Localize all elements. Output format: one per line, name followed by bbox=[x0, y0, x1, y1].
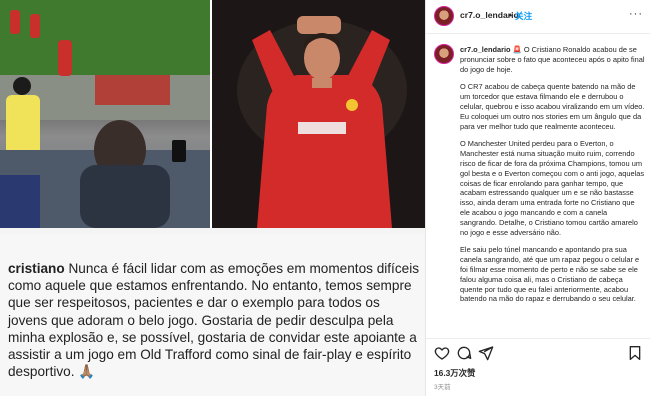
player-photo bbox=[212, 0, 425, 228]
bookmark-icon[interactable] bbox=[627, 345, 643, 361]
follow-button[interactable]: 关注 bbox=[515, 10, 532, 22]
caption-body: Nunca é fácil lidar com as emoções em mo… bbox=[8, 261, 420, 380]
comment-avatar[interactable] bbox=[434, 44, 454, 64]
comment-icon[interactable] bbox=[456, 345, 472, 361]
post-timestamp: 3天前 bbox=[434, 384, 451, 391]
stadium-photo bbox=[0, 0, 210, 228]
share-icon[interactable] bbox=[478, 345, 494, 361]
avatar[interactable] bbox=[434, 6, 454, 26]
description-paragraph-4: Ele saiu pelo túnel mancando e apontando… bbox=[460, 245, 640, 304]
caption-username: cristiano bbox=[8, 261, 65, 276]
stadium-scene-illustration bbox=[0, 0, 210, 228]
like-count[interactable]: 16.3万次赞 bbox=[434, 367, 475, 379]
separator-dot: • bbox=[509, 10, 513, 20]
more-options-icon[interactable]: ··· bbox=[629, 8, 643, 20]
description-text: cr7.o_lendario 🚨 O Cristiano Ronaldo aca… bbox=[460, 45, 646, 312]
player-illustration bbox=[212, 0, 425, 228]
media-caption: cristiano Nunca é fácil lidar com as emo… bbox=[8, 260, 420, 380]
post-description: cr7.o_lendario 🚨 O Cristiano Ronaldo aca… bbox=[426, 40, 650, 340]
description-paragraph-2: O CR7 acabou de cabeça quente batendo na… bbox=[460, 82, 645, 131]
heart-icon[interactable] bbox=[434, 345, 450, 361]
description-username[interactable]: cr7.o_lendario bbox=[460, 45, 511, 54]
action-bar: 16.3万次赞 3天前 bbox=[426, 338, 650, 396]
post-media[interactable]: cristiano Nunca é fácil lidar com as emo… bbox=[0, 0, 425, 396]
post-header: cr7.o_lendario • 关注 ··· bbox=[426, 0, 650, 34]
post-side-panel: cr7.o_lendario • 关注 ··· cr7.o_lendario 🚨… bbox=[425, 0, 650, 396]
description-paragraph-3: O Manchester United perdeu para o Everto… bbox=[460, 139, 645, 237]
